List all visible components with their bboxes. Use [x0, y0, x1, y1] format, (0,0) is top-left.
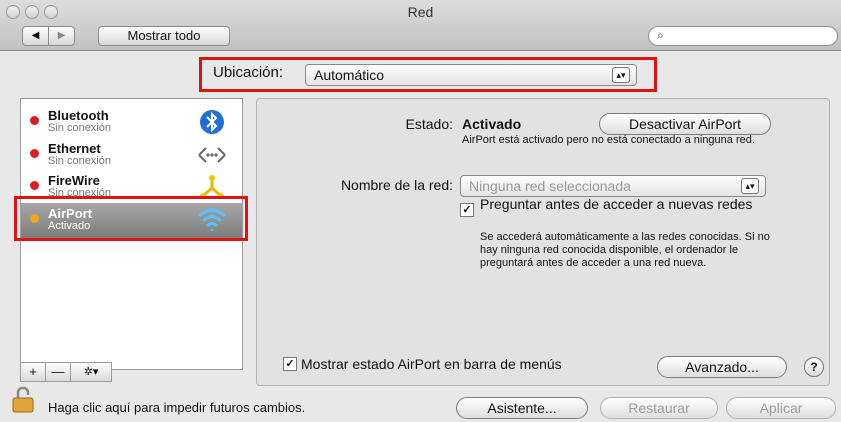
- apply-button[interactable]: Aplicar: [726, 397, 836, 419]
- back-button[interactable]: ◀: [22, 26, 49, 46]
- select-arrows-icon: ▴▾: [741, 178, 759, 194]
- ask-new-networks-checkbox[interactable]: ✓: [460, 203, 474, 217]
- service-list-controls: + — ✲▾: [20, 362, 241, 382]
- gear-menu-button[interactable]: ✲▾: [70, 362, 112, 382]
- ask-new-networks-description: Se accederá automáticamente a las redes …: [480, 231, 770, 269]
- status-label: Estado:: [405, 116, 453, 132]
- service-status: Sin conexión: [48, 122, 111, 134]
- status-dot: [30, 149, 39, 158]
- remove-service-button[interactable]: —: [45, 362, 71, 382]
- revert-button[interactable]: Restaurar: [600, 397, 718, 419]
- search-input[interactable]: ⌕: [648, 26, 838, 46]
- network-name-value: Ninguna red seleccionada: [469, 178, 631, 194]
- ask-new-networks-label: Preguntar antes de acceder a nuevas rede…: [480, 196, 753, 212]
- add-service-button[interactable]: +: [20, 362, 46, 382]
- service-item-bluetooth[interactable]: Bluetooth Sin conexión: [21, 105, 242, 140]
- show-status-menubar-checkbox[interactable]: ✓: [283, 357, 297, 371]
- lock-message: Haga clic aquí para impedir futuros camb…: [48, 400, 306, 415]
- window-title: Red: [407, 4, 434, 20]
- show-status-menubar-label: Mostrar estado AirPort en barra de menús: [301, 356, 562, 372]
- status-dot: [30, 181, 39, 190]
- advanced-button[interactable]: Avanzado...: [657, 356, 787, 378]
- search-icon: ⌕: [657, 28, 664, 42]
- location-label: Ubicación:: [213, 64, 284, 81]
- service-name: Ethernet: [48, 141, 101, 156]
- service-name: Bluetooth: [48, 108, 109, 123]
- service-name: FireWire: [48, 173, 100, 188]
- status-value: Activado: [462, 116, 522, 132]
- show-all-button[interactable]: Mostrar todo: [98, 26, 230, 46]
- bluetooth-icon: [200, 110, 224, 134]
- airport-highlight: [14, 196, 248, 241]
- location-select[interactable]: Automático ▴▾: [305, 64, 637, 86]
- help-button[interactable]: ?: [804, 357, 824, 377]
- status-description: AirPort está activado pero no está conec…: [462, 134, 755, 146]
- ethernet-icon: [198, 147, 226, 163]
- network-name-select[interactable]: Ninguna red seleccionada ▴▾: [460, 175, 766, 197]
- lock-icon[interactable]: [12, 386, 36, 414]
- forward-button[interactable]: ▶: [48, 26, 75, 46]
- disable-airport-button[interactable]: Desactivar AirPort: [599, 113, 771, 135]
- service-status: Sin conexión: [48, 155, 111, 167]
- location-value: Automático: [314, 67, 385, 83]
- select-arrows-icon: ▴▾: [612, 67, 630, 83]
- assistant-button[interactable]: Asistente...: [456, 397, 588, 419]
- status-dot: [30, 116, 39, 125]
- window-toolbar: Red ◀ ▶ Mostrar todo ⌕: [0, 0, 841, 51]
- network-name-label: Nombre de la red:: [340, 177, 453, 193]
- service-item-ethernet[interactable]: Ethernet Sin conexión: [21, 138, 242, 173]
